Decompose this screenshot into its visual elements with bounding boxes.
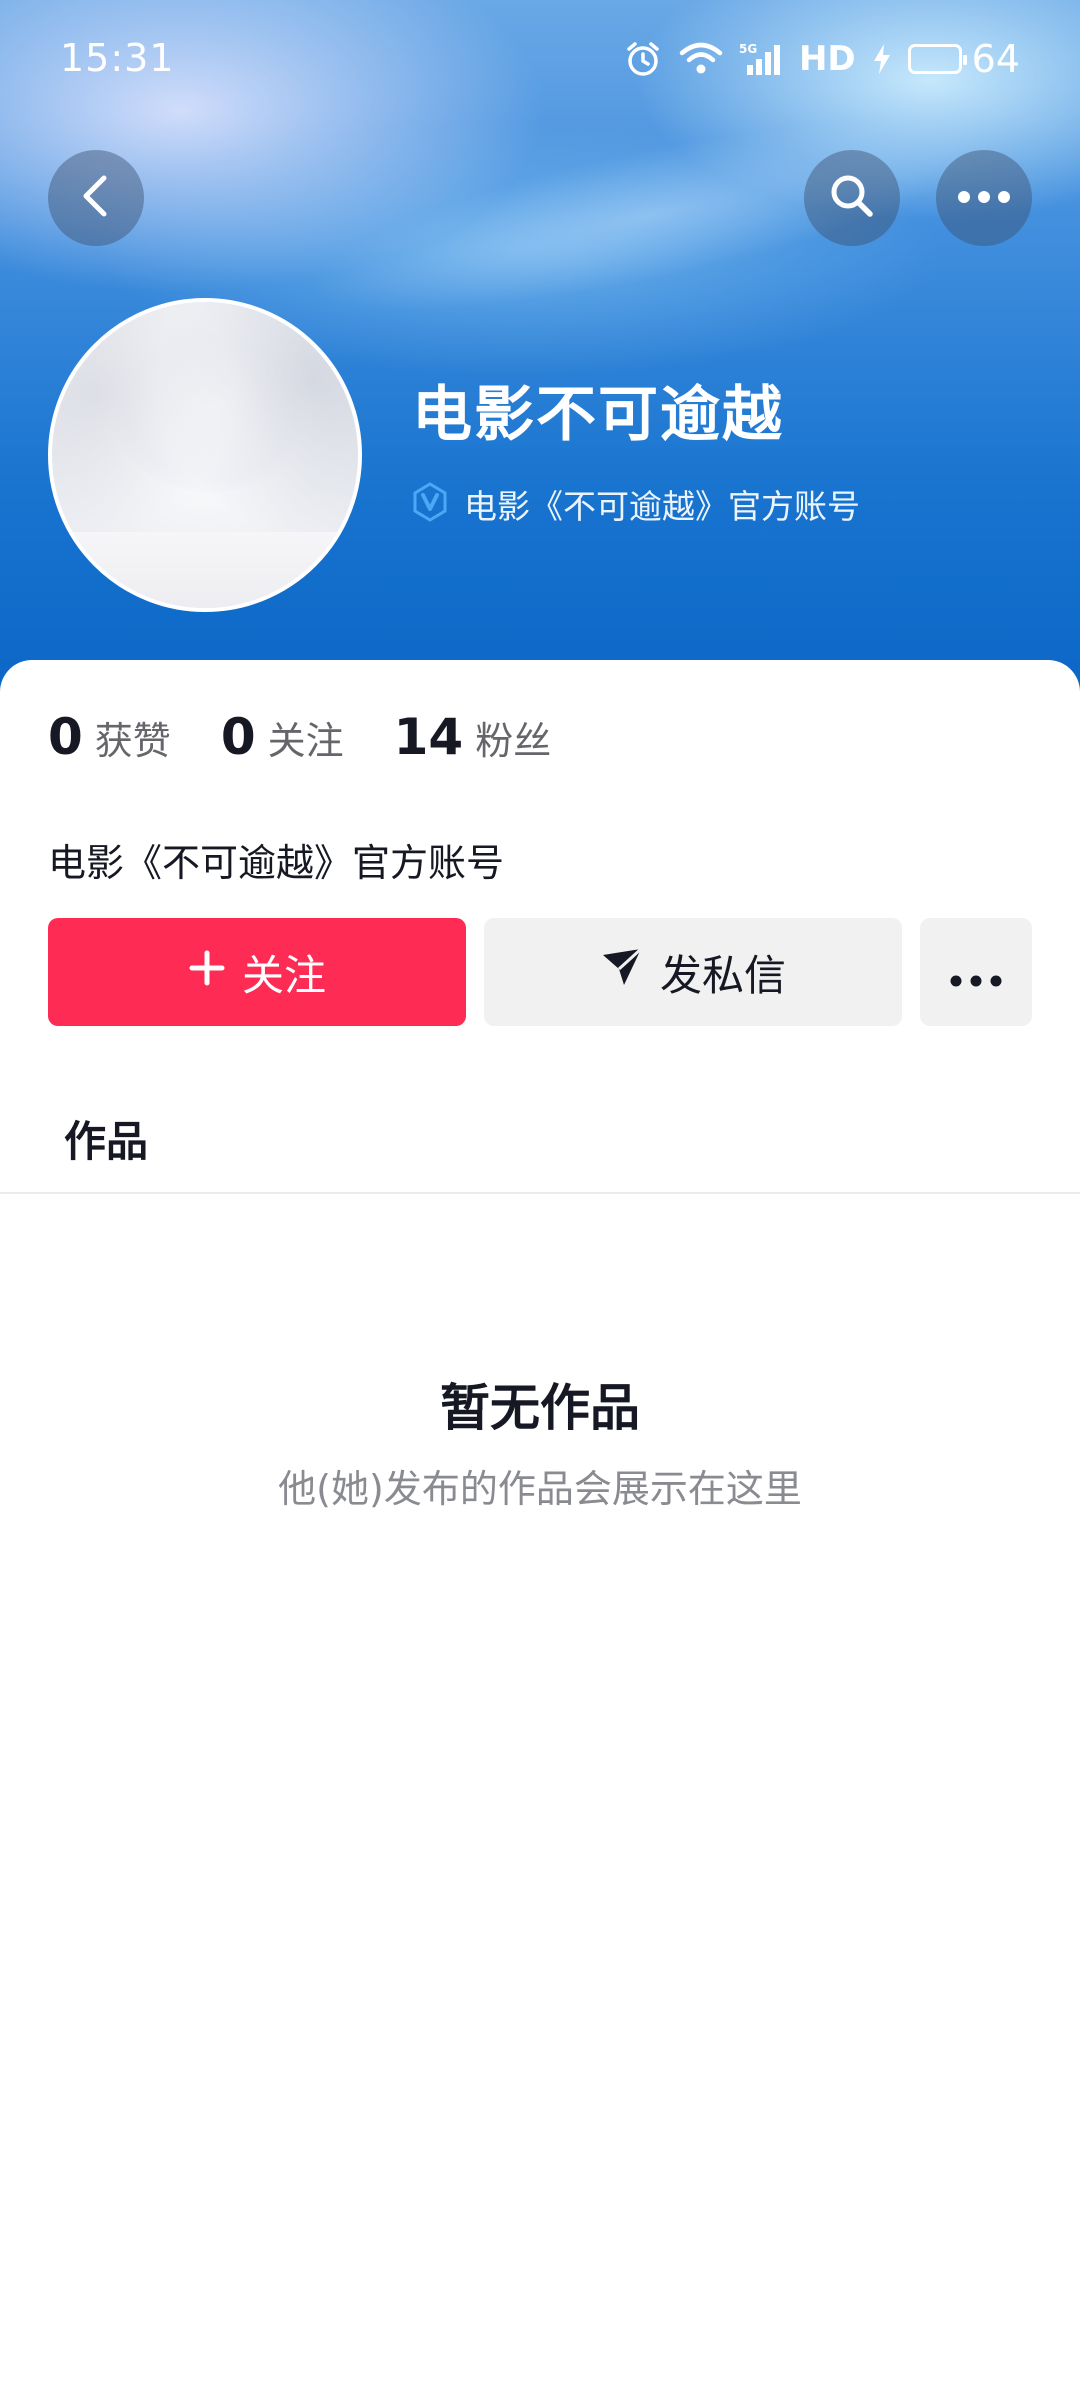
stat-value: 14 — [393, 708, 464, 766]
battery-icon — [907, 44, 967, 74]
avatar-shade — [52, 302, 358, 608]
avatar[interactable] — [48, 298, 362, 612]
plus-icon — [188, 948, 226, 997]
stat-value: 0 — [48, 708, 83, 766]
verified-icon — [410, 482, 450, 526]
verified-row: 电影《不可逾越》官方账号 — [410, 480, 860, 528]
message-button[interactable]: 发私信 — [484, 918, 902, 1026]
tab-works[interactable]: 作品 — [64, 1108, 148, 1169]
charging-icon — [872, 43, 892, 75]
profile-bio: 电影《不可逾越》官方账号 — [48, 841, 505, 885]
tab-divider — [0, 1192, 1080, 1194]
more-icon — [950, 948, 1002, 997]
alarm-icon — [623, 39, 663, 79]
stat-label: 粉丝 — [475, 719, 552, 763]
follow-label: 关注 — [241, 950, 326, 1000]
signal-icon: 5G — [739, 41, 783, 77]
status-time: 15:31 — [60, 36, 175, 80]
stat-likes[interactable]: 0 获赞 — [48, 708, 171, 766]
profile-name: 电影不可逾越 — [412, 380, 784, 450]
stats-row: 0 获赞 0 关注 14 粉丝 — [48, 708, 601, 766]
status-bar: 15:31 5G HD 64 — [0, 0, 1080, 120]
back-button[interactable] — [48, 150, 144, 246]
network-badge: 5G — [739, 42, 757, 56]
send-icon — [600, 945, 644, 999]
stat-followers[interactable]: 14 粉丝 — [394, 708, 552, 766]
stat-label: 获赞 — [94, 719, 171, 763]
options-button[interactable] — [920, 918, 1032, 1026]
empty-state-title: 暂无作品 — [440, 1379, 640, 1437]
battery-percent: 64 — [971, 37, 1020, 81]
wifi-icon — [679, 41, 723, 77]
empty-state-subtitle: 他(她)发布的作品会展示在这里 — [278, 1467, 802, 1511]
hd-label: HD — [798, 39, 856, 79]
more-icon — [957, 189, 1011, 208]
stat-value: 0 — [220, 708, 256, 766]
verified-label: 电影《不可逾越》官方账号 — [464, 487, 860, 526]
stat-following[interactable]: 0 关注 — [221, 708, 344, 766]
battery-indicator: 64 — [907, 37, 1020, 81]
back-icon — [76, 172, 116, 224]
search-button[interactable] — [804, 150, 900, 246]
follow-button[interactable]: 关注 — [48, 918, 466, 1026]
message-label: 发私信 — [659, 950, 786, 1000]
more-button[interactable] — [936, 150, 1032, 246]
search-icon — [827, 171, 877, 225]
stat-label: 关注 — [267, 719, 344, 763]
status-icons: 5G HD 64 — [623, 34, 1020, 84]
